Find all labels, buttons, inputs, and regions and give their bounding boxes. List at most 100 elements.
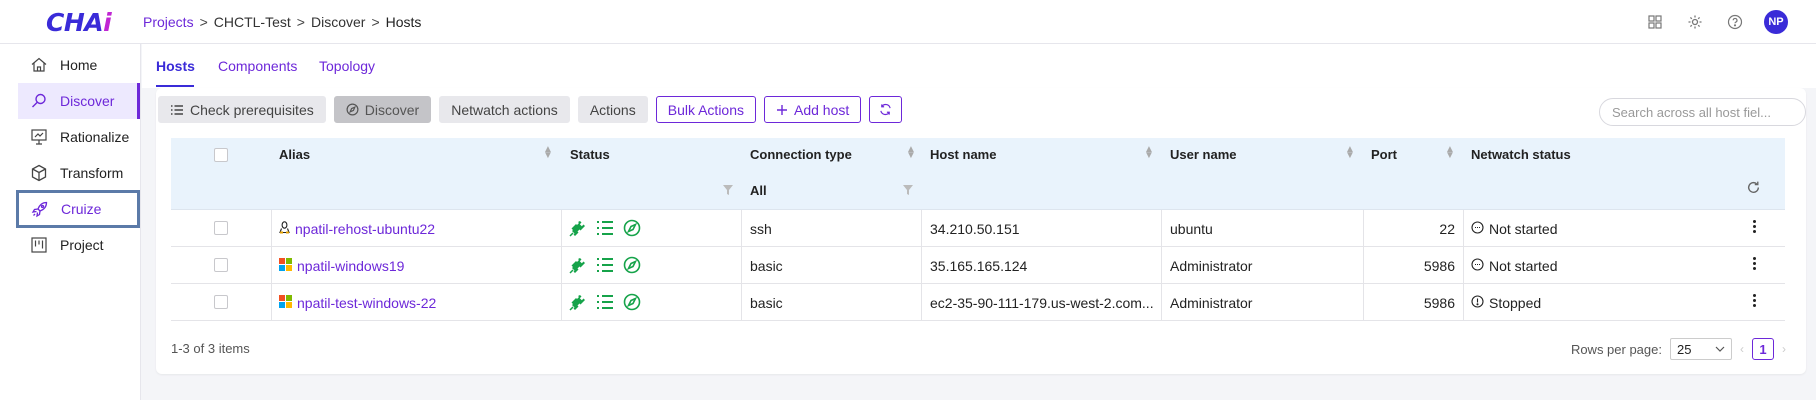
column-divider [1463,284,1464,321]
stopped-icon [1471,295,1484,308]
page-button[interactable]: 1 [1752,338,1774,360]
table-row[interactable]: npatil-windows19 basic 35.165.165.124 Ad… [171,247,1785,284]
table-header: Alias ▲ ▼ Status Connection type ▲ ▼ All H… [171,138,1785,210]
avatar[interactable]: NP [1764,10,1788,34]
reload-icon[interactable] [1746,180,1761,195]
tab-hosts[interactable]: Hosts [156,58,195,74]
rationalize-icon [31,129,47,145]
column-divider [741,210,742,247]
refresh-icon [880,103,891,116]
check-prerequisites-button[interactable]: Check prerequisites [158,96,326,123]
more-options-icon[interactable] [1751,294,1757,307]
button-label: Actions [589,101,636,118]
list-check-icon[interactable] [596,257,614,273]
host-alias-link[interactable]: npatil-test-windows-22 [297,295,436,311]
port-cell: 5986 [1423,258,1455,274]
column-divider [561,247,562,284]
search-input[interactable]: Search across all host fiel... [1599,98,1806,126]
breadcrumb: Projects > CHCTL-Test > Discover > Hosts [143,14,421,30]
refresh-button[interactable] [869,96,903,123]
add-host-button[interactable]: Add host [764,96,862,123]
column-header-user-name[interactable]: User name [1170,147,1236,162]
netwatch-status-text: Not started [1489,258,1558,274]
select-all-checkbox[interactable] [214,148,228,162]
table-row[interactable]: npatil-rehost-ubuntu22 ssh 34.210.50.151… [171,210,1785,247]
tab-components[interactable]: Components [218,58,297,74]
tab-topology[interactable]: Topology [319,58,375,74]
row-checkbox[interactable] [214,221,228,235]
linux-icon [279,221,290,237]
sidebar-item-home[interactable]: Home [18,47,140,83]
sidebar-item-project[interactable]: Project [18,227,140,263]
column-header-netwatch-status[interactable]: Netwatch status [1471,147,1571,162]
list-check-icon[interactable] [596,294,614,310]
host-alias-link[interactable]: npatil-windows19 [297,258,404,274]
previous-page-icon[interactable]: ‹ [1740,342,1744,356]
sort-icon[interactable]: ▲ ▼ [543,145,553,161]
table-row[interactable]: npatil-test-windows-22 basic ec2-35-90-1… [171,284,1785,321]
column-divider [1463,210,1464,247]
top-bar: CHAi Projects > CHCTL-Test > Discover > … [0,0,1816,44]
actions-button[interactable]: Actions [577,96,648,123]
sidebar-item-rationalize[interactable]: Rationalize [18,119,140,155]
host-name-cell: ec2-35-90-111-179.us-west-2.com... [930,295,1154,311]
plug-connected-icon[interactable] [569,219,587,237]
netwatch-actions-button[interactable]: Netwatch actions [439,96,570,123]
list-check-icon[interactable] [596,220,614,236]
filter-icon[interactable] [903,185,913,195]
app-logo[interactable]: CHAi [46,8,112,37]
sidebar-item-label: Project [60,237,104,253]
sidebar: Home Discover Rationalize Transform Crui… [0,44,141,400]
sidebar-item-transform[interactable]: Transform [18,155,140,191]
column-divider [741,284,742,321]
column-divider [561,284,562,321]
compass-icon[interactable] [623,293,641,311]
more-options-icon[interactable] [1751,220,1757,233]
sort-icon[interactable]: ▲ ▼ [1144,145,1154,161]
breadcrumb-separator: > [371,14,380,30]
connection-type-filter[interactable]: All [750,183,767,198]
breadcrumb-current: Hosts [385,14,422,30]
sidebar-item-cruize[interactable]: Cruize [16,190,140,228]
bulk-actions-button[interactable]: Bulk Actions [655,96,756,123]
sort-icon[interactable]: ▲ ▼ [906,145,916,161]
breadcrumb-discover[interactable]: Discover [311,14,365,30]
user-name-cell: Administrator [1170,258,1253,274]
alias-cell: npatil-rehost-ubuntu22 [279,221,435,237]
sort-icon[interactable]: ▲ ▼ [1445,145,1455,161]
row-checkbox[interactable] [214,295,228,309]
column-header-status[interactable]: Status [570,147,610,162]
netwatch-status-text: Stopped [1489,295,1542,311]
column-header-host-name[interactable]: Host name [930,147,996,162]
column-header-alias[interactable]: Alias [279,147,310,162]
column-header-connection-type[interactable]: Connection type [750,147,852,162]
breadcrumb-project[interactable]: CHCTL-Test [214,14,291,30]
not-started-icon [1471,258,1484,274]
plug-connected-icon[interactable] [569,256,587,274]
breadcrumb-projects[interactable]: Projects [143,14,194,30]
sort-icon[interactable]: ▲ ▼ [1345,145,1355,161]
pagination: Rows per page: 25 ‹ 1 › [1571,338,1786,360]
filter-icon[interactable] [723,185,733,195]
host-alias-link[interactable]: npatil-rehost-ubuntu22 [295,221,435,237]
active-tab-indicator [156,85,194,87]
grid-icon[interactable] [1644,11,1666,33]
sidebar-item-discover[interactable]: Discover [18,83,140,119]
host-name-cell: 34.210.50.151 [930,221,1020,237]
windows-icon [279,295,292,311]
column-header-port[interactable]: Port [1371,147,1397,162]
column-divider [921,284,922,321]
compass-icon[interactable] [623,219,641,237]
plug-connected-icon[interactable] [569,293,587,311]
gear-icon[interactable] [1684,11,1706,33]
rows-per-page-select[interactable]: 25 [1670,338,1732,360]
sidebar-item-label: Discover [60,93,115,109]
row-checkbox[interactable] [214,258,228,272]
help-icon[interactable] [1724,11,1746,33]
windows-icon [279,258,292,274]
compass-icon[interactable] [623,256,641,274]
more-options-icon[interactable] [1751,257,1757,270]
discover-button[interactable]: Discover [333,96,432,123]
column-divider [561,210,562,247]
next-page-icon[interactable]: › [1782,342,1786,356]
